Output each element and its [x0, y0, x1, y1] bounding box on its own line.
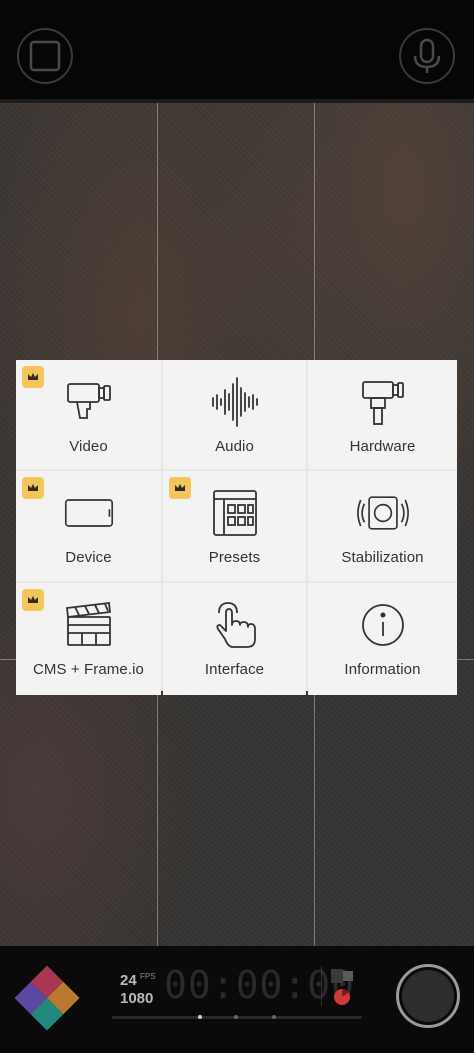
top-bar-divider	[0, 99, 474, 103]
microphone-icon	[413, 38, 441, 73]
premium-crown-badge	[22, 366, 44, 388]
stabilization-icon	[356, 487, 409, 539]
menu-item-video[interactable]: Video	[16, 360, 161, 469]
record-button-inner	[402, 970, 454, 1022]
menu-item-label: Interface	[204, 661, 265, 678]
top-bar	[0, 0, 474, 103]
menu-item-device[interactable]: Device	[16, 471, 161, 581]
menu-item-presets[interactable]: Presets	[163, 471, 306, 581]
hardware-camera-icon	[357, 376, 409, 428]
crown-icon	[28, 373, 38, 380]
info-icon	[357, 599, 409, 651]
menu-item-label: Video	[69, 438, 108, 455]
menu-item-audio[interactable]: Audio	[163, 360, 306, 469]
phone-landscape-icon	[63, 487, 115, 539]
track-dot	[272, 1015, 276, 1019]
crown-icon	[175, 484, 185, 491]
menu-item-information[interactable]: Information	[308, 583, 457, 695]
premium-crown-badge	[22, 589, 44, 611]
menu-item-label: Stabilization	[341, 549, 424, 566]
menu-item-label: Information	[344, 661, 421, 678]
menu-item-label: Device	[65, 549, 112, 566]
menu-item-label: Hardware	[349, 438, 416, 455]
fps-value: 24	[120, 972, 137, 989]
menu-item-label: CMS + Frame.io	[32, 661, 144, 678]
record-button[interactable]	[396, 964, 460, 1028]
menu-item-label: Audio	[215, 438, 254, 455]
timecode-track	[112, 1015, 362, 1019]
menu-item-stabilization[interactable]: Stabilization	[308, 471, 457, 581]
menu-item-interface[interactable]: Interface	[163, 583, 306, 695]
clapperboard-icon	[63, 599, 115, 651]
premium-crown-badge	[22, 477, 44, 499]
frame-toggle-button[interactable]	[17, 28, 73, 84]
menu-item-label: Presets	[208, 549, 261, 566]
camera-screen: Video Audio Hardware Device Presets Stab…	[0, 0, 474, 1053]
storage-icon	[331, 969, 353, 983]
audio-waveform-icon	[209, 376, 261, 428]
settings-menu: Video Audio Hardware Device Presets Stab…	[16, 360, 457, 695]
track-dot	[198, 1015, 202, 1019]
track-dot	[234, 1015, 238, 1019]
app-logo-button[interactable]	[14, 965, 80, 1031]
presets-grid-icon	[209, 487, 261, 539]
crown-icon	[28, 596, 38, 603]
touch-hand-icon	[209, 599, 261, 651]
menu-item-cms-frameio[interactable]: CMS + Frame.io	[16, 583, 161, 695]
status-divider	[321, 966, 322, 1006]
fps-unit: FPS	[140, 972, 156, 981]
format-readout[interactable]: 24 FPS 1080	[120, 972, 156, 1008]
record-status-icon	[334, 989, 350, 1005]
square-frame-icon	[29, 40, 61, 72]
menu-item-hardware[interactable]: Hardware	[308, 360, 457, 469]
premium-crown-badge	[169, 477, 191, 499]
microphone-button[interactable]	[399, 28, 455, 84]
crown-icon	[28, 484, 38, 491]
timecode-display: 00:00:00	[164, 963, 356, 1007]
resolution-value: 1080	[120, 990, 154, 1007]
video-camera-icon	[63, 376, 115, 428]
